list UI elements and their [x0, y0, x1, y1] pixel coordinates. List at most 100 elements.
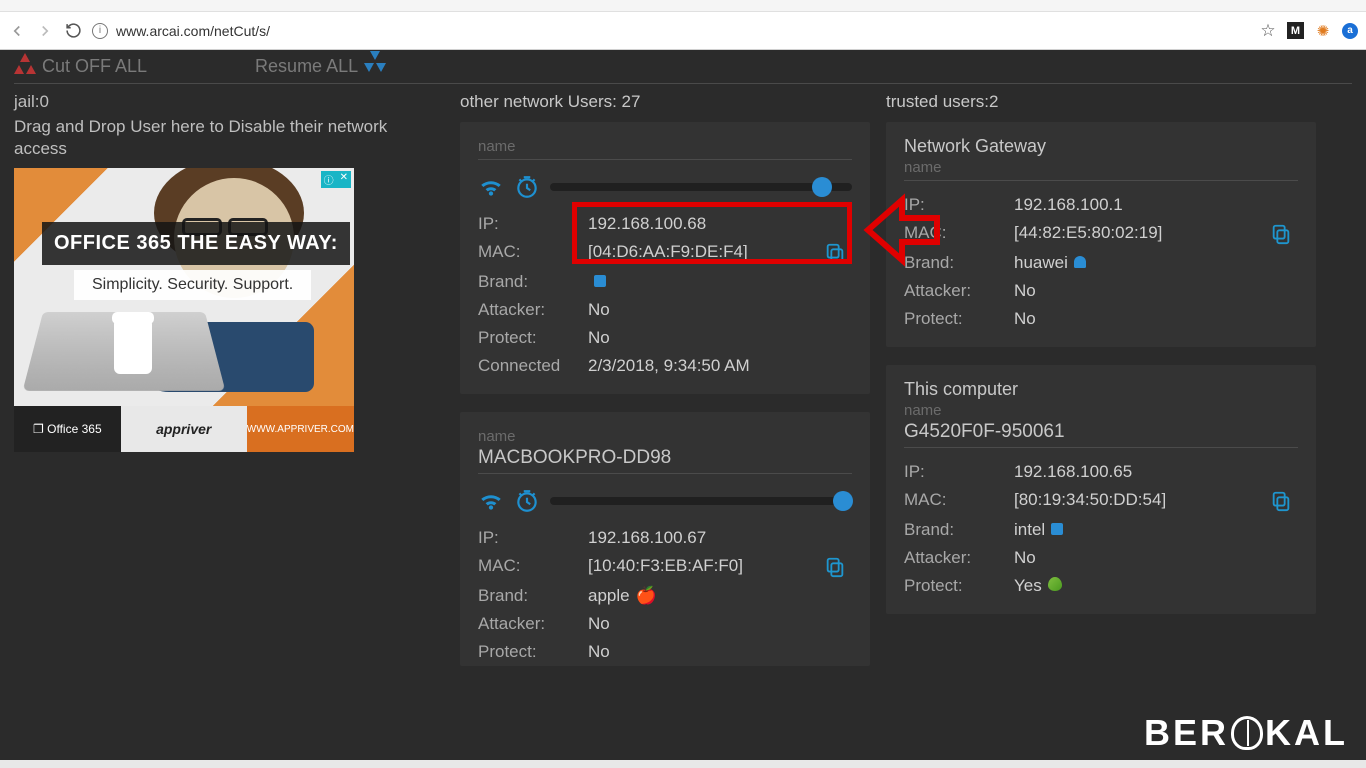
mac-label: MAC:	[478, 242, 588, 264]
jail-panel: jail:0 Drag and Drop User here to Disabl…	[14, 92, 444, 760]
protect-label: Protect:	[904, 576, 1014, 596]
bottom-strip	[0, 760, 1366, 768]
connected-label: Connected	[478, 356, 588, 376]
cutoff-label: Cut OFF ALL	[42, 56, 147, 77]
ip-value: 192.168.100.65	[1014, 462, 1270, 482]
watermark: BER KAL	[1144, 712, 1348, 754]
ip-label: IP:	[478, 214, 588, 234]
attacker-label: Attacker:	[478, 300, 588, 320]
speed-slider[interactable]	[550, 183, 852, 191]
intel-icon	[1051, 523, 1063, 535]
gateway-title: Network Gateway	[904, 136, 1298, 157]
extension-gear-icon[interactable]: ✺	[1315, 23, 1331, 39]
url-field[interactable]: i www.arcai.com/netCut/s/	[92, 17, 1250, 45]
protect-value: No	[588, 328, 824, 348]
ip-label: IP:	[904, 195, 1014, 215]
copy-icon[interactable]	[1270, 223, 1292, 245]
attacker-value: No	[1014, 548, 1270, 568]
brand-value: huawei	[1014, 253, 1270, 273]
back-icon[interactable]	[8, 22, 26, 40]
watermark-text-b: KAL	[1265, 712, 1348, 754]
jail-title: jail:0	[14, 92, 444, 112]
bulb-icon	[1231, 716, 1263, 750]
mac-value: [10:40:F3:EB:AF:F0]	[588, 556, 824, 578]
mac-value: [80:19:34:50:DD:54]	[1014, 490, 1270, 512]
name-label: name	[478, 428, 852, 445]
thispc-card[interactable]: This computer name G4520F0F-950061 IP:19…	[886, 365, 1316, 614]
resume-all-button[interactable]: Resume ALL	[255, 56, 386, 78]
url-text: www.arcai.com/netCut/s/	[116, 23, 270, 39]
cutoff-icon	[14, 56, 36, 78]
speed-slider[interactable]	[550, 497, 852, 505]
resume-icon	[364, 56, 386, 78]
ip-label: IP:	[478, 528, 588, 548]
star-icon[interactable]: ☆	[1260, 23, 1276, 39]
top-toolbar: Cut OFF ALL Resume ALL	[14, 50, 1352, 84]
protect-label: Protect:	[478, 642, 588, 662]
browser-address-bar: i www.arcai.com/netCut/s/ ☆ M ✺ a	[0, 12, 1366, 50]
forward-icon[interactable]	[36, 22, 54, 40]
site-info-icon[interactable]: i	[92, 23, 108, 39]
resume-label: Resume ALL	[255, 56, 358, 77]
ip-value: 192.168.100.1	[1014, 195, 1270, 215]
brand-value: apple🍎	[588, 586, 824, 606]
connected-value: 2/3/2018, 9:34:50 AM	[588, 356, 824, 376]
mac-value: [44:82:E5:80:02:19]	[1014, 223, 1270, 245]
jail-description: Drag and Drop User here to Disable their…	[14, 116, 444, 160]
trusted-users-column: trusted users:2 Network Gateway name IP:…	[886, 92, 1316, 760]
ad-logo-appriver: appriver	[121, 406, 247, 452]
app-body: Cut OFF ALL Resume ALL jail:0 Drag and D…	[0, 50, 1366, 760]
wifi-icon[interactable]	[478, 488, 504, 514]
protect-value: No	[1014, 309, 1270, 329]
protect-label: Protect:	[478, 328, 588, 348]
attacker-value: No	[588, 614, 824, 634]
ad-close-icon[interactable]: ✕	[337, 171, 351, 188]
wifi-icon[interactable]	[478, 174, 504, 200]
clock-icon[interactable]	[514, 488, 540, 514]
protect-value: Yes	[1014, 576, 1270, 596]
thispc-title: This computer	[904, 379, 1298, 400]
extension-m-icon[interactable]: M	[1287, 22, 1304, 39]
user-card-1[interactable]: name IP:192.168.100.68 MAC:[04:D6:AA:F9:…	[460, 122, 870, 394]
extension-a-icon[interactable]: a	[1342, 23, 1358, 39]
browser-titlebar	[0, 0, 1366, 12]
ip-label: IP:	[904, 462, 1014, 482]
ad-headline: OFFICE 365 THE EASY WAY:	[42, 222, 350, 265]
protect-label: Protect:	[904, 309, 1014, 329]
trusted-users-header: trusted users:2	[886, 92, 1316, 112]
brand-value: intel	[1014, 520, 1270, 540]
ad-banner[interactable]: ⓘ✕ OFFICE 365 THE EASY WAY: Simplicity. …	[14, 168, 354, 452]
attacker-value: No	[1014, 281, 1270, 301]
cutoff-all-button[interactable]: Cut OFF ALL	[14, 56, 147, 78]
gateway-card[interactable]: Network Gateway name IP:192.168.100.1 MA…	[886, 122, 1316, 347]
copy-icon[interactable]	[824, 242, 846, 264]
name-label: name	[904, 402, 1298, 419]
device-name: MACBOOKPRO-DD98	[478, 447, 852, 469]
other-users-header: other network Users: 27	[460, 92, 870, 112]
mac-value: [04:D6:AA:F9:DE:F4]	[588, 242, 824, 264]
huawei-icon	[1074, 256, 1086, 268]
watermark-text-a: BER	[1144, 712, 1229, 754]
protect-value: No	[588, 642, 824, 662]
ip-value: 192.168.100.67	[588, 528, 824, 548]
apple-icon: 🍎	[636, 586, 657, 606]
attacker-value: No	[588, 300, 824, 320]
brand-value	[588, 272, 824, 292]
attacker-label: Attacker:	[904, 548, 1014, 568]
reload-icon[interactable]	[64, 22, 82, 40]
user-card-2[interactable]: name MACBOOKPRO-DD98 IP:192.168.100.67 M…	[460, 412, 870, 666]
ip-value: 192.168.100.68	[588, 214, 824, 234]
mac-label: MAC:	[904, 490, 1014, 512]
ad-info-icon[interactable]: ⓘ	[321, 171, 337, 188]
clock-icon[interactable]	[514, 174, 540, 200]
thispc-name: G4520F0F-950061	[904, 421, 1298, 443]
brand-label: Brand:	[478, 586, 588, 606]
ad-subline: Simplicity. Security. Support.	[74, 270, 311, 300]
copy-icon[interactable]	[1270, 490, 1292, 512]
name-label: name	[904, 159, 1298, 176]
copy-icon[interactable]	[824, 556, 846, 578]
other-users-column: other network Users: 27 name IP:192.168.…	[460, 92, 870, 760]
ad-logo-office: ❐ Office 365	[14, 406, 121, 452]
mac-label: MAC:	[478, 556, 588, 578]
brand-label: Brand:	[904, 253, 1014, 273]
